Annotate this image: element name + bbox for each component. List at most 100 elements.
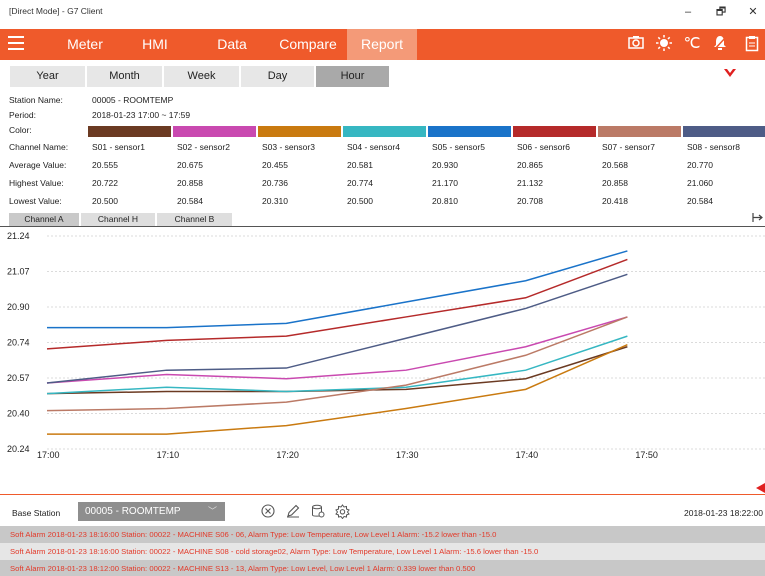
channel-color-swatch[interactable]	[513, 126, 596, 137]
chart-xtick-label: 17:50	[635, 450, 658, 460]
channel-average: 20.555	[92, 160, 118, 170]
expand-panel-icon[interactable]	[756, 483, 765, 493]
channel-average: 20.930	[432, 160, 458, 170]
channel-color-swatch[interactable]	[343, 126, 426, 137]
channel-name: S03 - sensor3	[262, 142, 315, 152]
chevron-down-icon: ﹀	[207, 506, 217, 516]
channel-color-swatch[interactable]	[428, 126, 511, 137]
channel-average: 20.568	[602, 160, 628, 170]
chart-ytick-label: 21.07	[7, 267, 30, 277]
chart-xtick-label: 17:30	[396, 450, 419, 460]
tab-channel-a[interactable]: Channel A	[9, 213, 80, 226]
chart-series-line-1[interactable]	[46, 346, 628, 395]
alarm-row[interactable]: Soft Alarm 2018-01-23 18:16:00 Station: …	[0, 526, 765, 543]
channel-lowest: 20.500	[92, 196, 118, 206]
chart-ytick-label: 21.24	[7, 231, 30, 241]
channel-name-label: Channel Name:	[9, 142, 69, 152]
chart-ytick-label: 20.57	[7, 373, 30, 383]
channel-name: S02 - sensor2	[177, 142, 230, 152]
channel-lowest: 20.418	[602, 196, 628, 206]
bottom-separator	[0, 494, 765, 495]
menu-meter[interactable]: Meter	[52, 29, 118, 60]
channel-highest: 20.722	[92, 178, 118, 188]
menu-hmi[interactable]: HMI	[124, 29, 186, 60]
camera-icon[interactable]	[627, 35, 645, 53]
lowest-value-label: Lowest Value:	[9, 196, 62, 206]
period-value: 2018-01-23 17:00 ~ 17:59	[92, 110, 191, 120]
channel-highest: 21.170	[432, 178, 458, 188]
channel-highest: 20.736	[262, 178, 288, 188]
menu-report[interactable]: Report	[347, 29, 417, 60]
chart-ytick-label: 20.90	[7, 302, 30, 312]
tab-channel-h[interactable]: Channel H	[81, 213, 156, 226]
tab-hour[interactable]: Hour	[316, 66, 390, 87]
channel-name: S01 - sensor1	[92, 142, 145, 152]
channel-lowest: 20.810	[432, 196, 458, 206]
channel-average: 20.455	[262, 160, 288, 170]
highest-value-label: Highest Value:	[9, 178, 64, 188]
clear-icon[interactable]	[260, 504, 275, 519]
chart-xtick-label: 17:00	[37, 450, 60, 460]
celsius-icon[interactable]: ℃	[683, 35, 701, 53]
base-station-select-value: 00005 - ROOMTEMP	[85, 506, 181, 517]
restore-button[interactable]: 🗗	[710, 4, 732, 20]
chart-xtick-label: 17:20	[276, 450, 299, 460]
menu-compare[interactable]: Compare	[272, 29, 344, 60]
chart-ytick-label: 20.40	[7, 409, 30, 419]
menu-data[interactable]: Data	[201, 29, 263, 60]
chart-xtick-label: 17:40	[516, 450, 539, 460]
channel-average: 20.770	[687, 160, 713, 170]
color-label: Color:	[9, 125, 32, 135]
channel-color-swatch[interactable]	[258, 126, 341, 137]
channel-color-swatch[interactable]	[598, 126, 681, 137]
main-menu-bar: Meter HMI Data Compare Report ℃	[0, 29, 765, 60]
channel-color-swatch[interactable]	[88, 126, 171, 137]
channel-highest: 20.774	[347, 178, 373, 188]
alarm-bell-icon[interactable]	[711, 35, 729, 53]
channel-name: S06 - sensor6	[517, 142, 570, 152]
channel-color-swatch[interactable]	[683, 126, 765, 137]
database-settings-icon[interactable]	[310, 504, 325, 519]
channel-color-swatch[interactable]	[173, 126, 256, 137]
channel-name: S04 - sensor4	[347, 142, 400, 152]
document-icon[interactable]	[743, 35, 761, 53]
tab-week[interactable]: Week	[164, 66, 240, 87]
base-station-bar: Base Station 00005 - ROOMTEMP ﹀ 2018-01-…	[0, 500, 765, 524]
settings-icon[interactable]	[335, 504, 350, 520]
base-station-select[interactable]: 00005 - ROOMTEMP ﹀	[78, 502, 225, 521]
current-datetime: 2018-01-23 18:22:00	[684, 508, 763, 518]
close-button[interactable]: ✕	[742, 4, 764, 20]
alarm-row[interactable]: Soft Alarm 2018-01-23 18:16:00 Station: …	[0, 543, 765, 560]
tab-day[interactable]: Day	[241, 66, 315, 87]
channel-average: 20.581	[347, 160, 373, 170]
tab-month[interactable]: Month	[87, 66, 163, 87]
channel-lowest: 20.708	[517, 196, 543, 206]
station-name-label: Station Name:	[9, 95, 63, 105]
period-label: Period:	[9, 110, 36, 120]
edit-icon[interactable]	[285, 504, 300, 519]
line-chart: 21.24 21.07 20.90 20.74 20.57 20.40 20.24 17:00…	[7, 231, 765, 460]
minimize-button[interactable]: –	[677, 4, 699, 20]
export-icon[interactable]	[752, 212, 764, 226]
channel-highest: 21.060	[687, 178, 713, 188]
chart-series-line-5[interactable]	[47, 250, 628, 329]
chart-xtick-label: 17:10	[157, 450, 180, 460]
window-titlebar: [Direct Mode] - G7 Client – 🗗 ✕	[0, 0, 765, 25]
channel-highest: 20.858	[177, 178, 203, 188]
channel-lowest: 20.584	[177, 196, 203, 206]
window-title: [Direct Mode] - G7 Client	[9, 6, 103, 16]
chart-ytick-label: 20.74	[7, 338, 30, 348]
tab-year[interactable]: Year	[10, 66, 86, 87]
hamburger-menu-icon[interactable]	[8, 36, 24, 52]
channel-highest: 21.132	[517, 178, 543, 188]
alarm-row[interactable]: Soft Alarm 2018-01-23 18:12:00 Station: …	[0, 560, 765, 576]
chart-series-line-4[interactable]	[46, 335, 628, 395]
sun-icon[interactable]	[655, 35, 673, 53]
channel-lowest: 20.584	[687, 196, 713, 206]
collapse-chevron-icon[interactable]	[723, 66, 737, 83]
chart-ytick-label: 20.24	[7, 444, 30, 454]
average-value-label: Average Value:	[9, 160, 67, 170]
chart-series-line-7[interactable]	[46, 316, 628, 412]
tab-channel-b[interactable]: Channel B	[157, 213, 233, 226]
channel-highest: 20.858	[602, 178, 628, 188]
